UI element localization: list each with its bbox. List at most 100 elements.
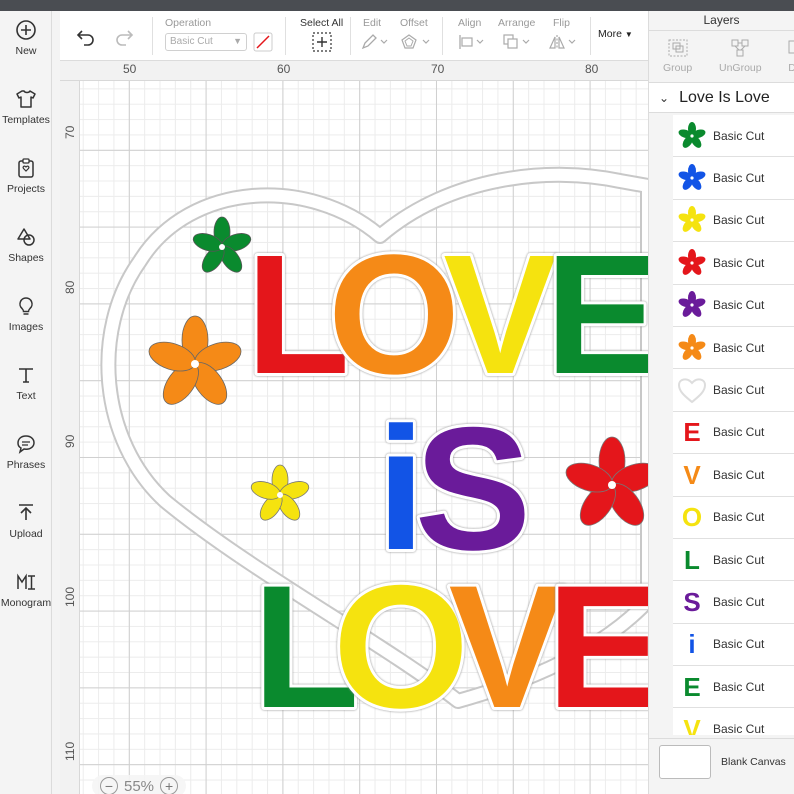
arrange-label: Arrange	[498, 17, 536, 29]
layer-row[interactable]: O Basic Cut	[673, 496, 794, 539]
select-all-icon[interactable]	[312, 32, 332, 52]
sidebar-item-label: Text	[16, 390, 36, 402]
layer-group-row[interactable]: ⌄ Love Is Love	[649, 83, 794, 113]
caret-down-icon: ▼	[624, 30, 633, 39]
letter-top-o: O	[328, 220, 460, 410]
sidebar-item-monogram[interactable]: Monogram	[0, 563, 52, 627]
layer-row[interactable]: Basic Cut	[673, 284, 794, 327]
layer-list: Basic Cut Basic Cut Basic Cut Basic Cut Basi…	[649, 115, 794, 735]
layer-thumbnail	[675, 331, 709, 365]
align-label: Align	[458, 17, 482, 29]
undo-icon[interactable]	[76, 28, 96, 46]
flower-icon	[678, 333, 706, 360]
flip-label: Flip	[553, 17, 570, 29]
offset-icon[interactable]	[400, 33, 430, 51]
edit-pencil-icon[interactable]	[360, 33, 388, 51]
flower-icon	[678, 164, 706, 190]
layer-row[interactable]: E Basic Cut	[673, 666, 794, 709]
layer-label: Basic Cut	[713, 467, 765, 482]
edit-toolbar: Operation Basic Cut ▼ Select All Edit Off…	[60, 11, 648, 61]
layer-row[interactable]: Basic Cut	[673, 242, 794, 285]
layer-row[interactable]: Basic Cut	[673, 157, 794, 200]
ungroup-button[interactable]: UnGroup	[719, 39, 762, 74]
layer-row[interactable]: V Basic Cut	[673, 708, 794, 735]
more-button[interactable]: More ▼	[598, 28, 633, 40]
layer-thumbnail-letter: V	[683, 459, 701, 490]
flower-green	[192, 216, 252, 273]
flower-red	[565, 436, 648, 526]
sidebar-item-text[interactable]: Text	[0, 356, 52, 420]
sidebar-item-shapes[interactable]: Shapes	[0, 218, 52, 282]
ruler-left: 70 80 90 100 110	[60, 81, 80, 794]
layer-label: Basic Cut	[713, 425, 765, 440]
toolbar-divider	[442, 17, 443, 55]
layer-row[interactable]: Basic Cut	[673, 115, 794, 158]
sidebar-item-upload[interactable]: Upload	[0, 494, 52, 558]
layer-label: Basic Cut	[713, 213, 765, 228]
edit-label: Edit	[363, 17, 382, 29]
layers-title: Layers	[649, 11, 794, 31]
outline-thumbnail-icon	[677, 378, 707, 404]
letter-top-v: V	[443, 220, 556, 410]
love-is-love-design[interactable]: L O V E i S L O V E	[80, 81, 648, 794]
layer-row[interactable]: Basic Cut	[673, 369, 794, 412]
design-canvas[interactable]: L O V E i S L O V E − 55% +	[80, 81, 648, 794]
zoom-out-button[interactable]: −	[100, 777, 118, 794]
sidebar-item-new[interactable]: New	[0, 11, 52, 75]
layer-label: Basic Cut	[713, 679, 765, 694]
chevron-down-icon[interactable]: ⌄	[659, 91, 669, 105]
layer-thumbnail	[675, 161, 709, 195]
sidebar-item-label: Monogram	[0, 597, 52, 609]
sidebar-item-templates[interactable]: Templates	[0, 80, 52, 144]
layer-group-name: Love Is Love	[679, 88, 770, 106]
blank-canvas-row[interactable]: Blank Canvas	[649, 738, 794, 784]
ruler-number: 90	[63, 434, 77, 448]
group-icon	[668, 39, 688, 57]
layer-row[interactable]: L Basic Cut	[673, 538, 794, 582]
window-top-strip	[0, 0, 794, 11]
sidebar-item-projects[interactable]: Projects	[0, 149, 52, 213]
zoom-in-button[interactable]: +	[160, 777, 179, 794]
layer-label: Basic Cut	[713, 298, 765, 313]
arrange-icon[interactable]	[502, 33, 532, 51]
layer-thumbnail-letter: i	[688, 629, 696, 660]
ruler-number: 70	[63, 125, 77, 139]
redo-icon[interactable]	[114, 28, 134, 46]
layer-label: Basic Cut	[713, 128, 765, 143]
clipboard-icon	[18, 158, 34, 178]
layer-thumbnail	[675, 373, 709, 407]
letter-top-e: E	[545, 220, 648, 410]
group-button[interactable]: Group	[663, 39, 692, 74]
layer-row[interactable]: S Basic Cut	[673, 581, 794, 624]
ruler-number: 80	[63, 280, 77, 294]
material-color-swatch[interactable]	[253, 32, 273, 52]
speech-bubble-icon	[17, 435, 35, 454]
align-icon[interactable]	[458, 33, 486, 51]
flower-icon	[678, 121, 706, 148]
layer-row[interactable]: i Basic Cut	[673, 623, 794, 667]
duplicate-icon	[788, 40, 794, 54]
layer-row[interactable]: E Basic Cut	[673, 411, 794, 455]
select-all-label[interactable]: Select All	[300, 17, 343, 29]
layer-row[interactable]: V Basic Cut	[673, 454, 794, 497]
plus-circle-icon	[16, 20, 36, 40]
operation-select[interactable]: Basic Cut ▼	[165, 33, 247, 51]
layer-thumbnail: V	[675, 712, 709, 735]
layer-thumbnail: E	[675, 415, 709, 449]
zoom-level: 55%	[124, 777, 155, 794]
layer-label: Basic Cut	[713, 340, 765, 355]
sidebar-item-phrases[interactable]: Phrases	[0, 425, 52, 489]
layer-thumbnail	[675, 246, 709, 280]
ruler-number: 110	[63, 741, 77, 761]
sidebar-item-images[interactable]: Images	[0, 287, 52, 351]
duplicate-button-partial[interactable]: D	[787, 39, 794, 74]
blank-canvas-swatch[interactable]	[659, 744, 711, 779]
layer-row[interactable]: Basic Cut	[673, 326, 794, 370]
layer-row[interactable]: Basic Cut	[673, 199, 794, 243]
toolbar-divider	[590, 17, 591, 55]
ruler-number: 60	[277, 62, 291, 76]
layer-thumbnail	[675, 288, 709, 322]
chevron-down-icon: ▼	[233, 36, 242, 46]
zoom-control: − 55% +	[92, 775, 187, 794]
flip-icon[interactable]	[548, 33, 578, 51]
